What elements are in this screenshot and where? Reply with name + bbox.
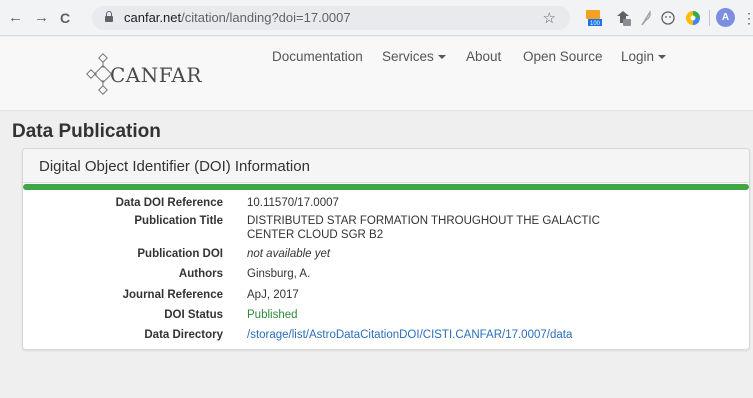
page-title: Data Publication [12, 121, 161, 142]
nav-login[interactable]: Login [621, 49, 667, 64]
extension-feather-icon[interactable] [639, 8, 653, 28]
nav-open-source[interactable]: Open Source [523, 49, 603, 64]
extension-puzzle-icon[interactable] [614, 8, 632, 28]
reload-icon[interactable]: C [60, 9, 70, 27]
panel-heading: Digital Object Identifier (DOI) Informat… [23, 149, 749, 183]
browser-toolbar: ← → C canfar.net/citation/landing?doi=17… [0, 0, 753, 36]
status-value: Published [247, 309, 298, 321]
field-value: DISTRIBUTED STAR FORMATION THROUGHOUT TH… [247, 215, 600, 241]
field-value: Ginsburg, A. [247, 268, 311, 280]
doi-info-panel: Digital Object Identifier (DOI) Informat… [22, 148, 750, 350]
url-text: canfar.net/citation/landing?doi=17.0007 [124, 11, 351, 25]
nav-about[interactable]: About [466, 49, 501, 64]
field-value: not available yet [247, 248, 331, 260]
field-label: Data Directory [144, 329, 223, 341]
back-arrow-icon[interactable]: ← [8, 9, 23, 27]
address-bar[interactable]: canfar.net/citation/landing?doi=17.0007 … [92, 6, 570, 30]
canfar-logo[interactable]: CANFAR [84, 49, 214, 99]
extension-circle-icon[interactable] [660, 8, 676, 28]
url-host: canfar.net [124, 10, 182, 25]
site-navbar: CANFAR Documentation Services About Open… [0, 37, 753, 111]
browser-menu-icon[interactable]: ⋮ [742, 9, 753, 27]
field-value: ApJ, 2017 [247, 289, 299, 301]
extension-feed-icon[interactable]: 100 [584, 8, 604, 28]
logo-text: CANFAR [110, 63, 202, 87]
profile-avatar[interactable]: A [716, 8, 735, 27]
caret-down-icon [658, 55, 667, 60]
extension-badge: 100 [590, 21, 601, 27]
field-label: Publication DOI [137, 248, 223, 260]
extension-colorwheel-icon[interactable] [684, 8, 702, 28]
field-label: Publication Title [134, 215, 223, 227]
progress-bar [23, 184, 749, 190]
data-directory-link[interactable]: /storage/list/AstroDataCitationDOI/CISTI… [247, 328, 647, 342]
toolbar-divider [709, 10, 710, 26]
progress-bar-fill [23, 184, 749, 190]
nav-services-label: Services [382, 49, 434, 64]
lock-icon [105, 11, 113, 22]
field-label: Data DOI Reference [115, 197, 223, 209]
url-path: /citation/landing?doi=17.0007 [181, 10, 351, 25]
caret-down-icon [437, 55, 446, 60]
field-label: Authors [178, 268, 223, 280]
panel-title: Digital Object Identifier (DOI) Informat… [39, 158, 310, 175]
nav-documentation[interactable]: Documentation [272, 49, 363, 64]
nav-services[interactable]: Services [382, 49, 446, 64]
field-label: DOI Status [164, 309, 223, 321]
field-label: Journal Reference [122, 289, 223, 301]
nav-login-label: Login [621, 49, 655, 64]
bookmark-star-icon[interactable]: ☆ [543, 9, 556, 27]
forward-arrow-icon[interactable]: → [34, 9, 49, 27]
field-value: 10.11570/17.0007 [247, 197, 339, 209]
